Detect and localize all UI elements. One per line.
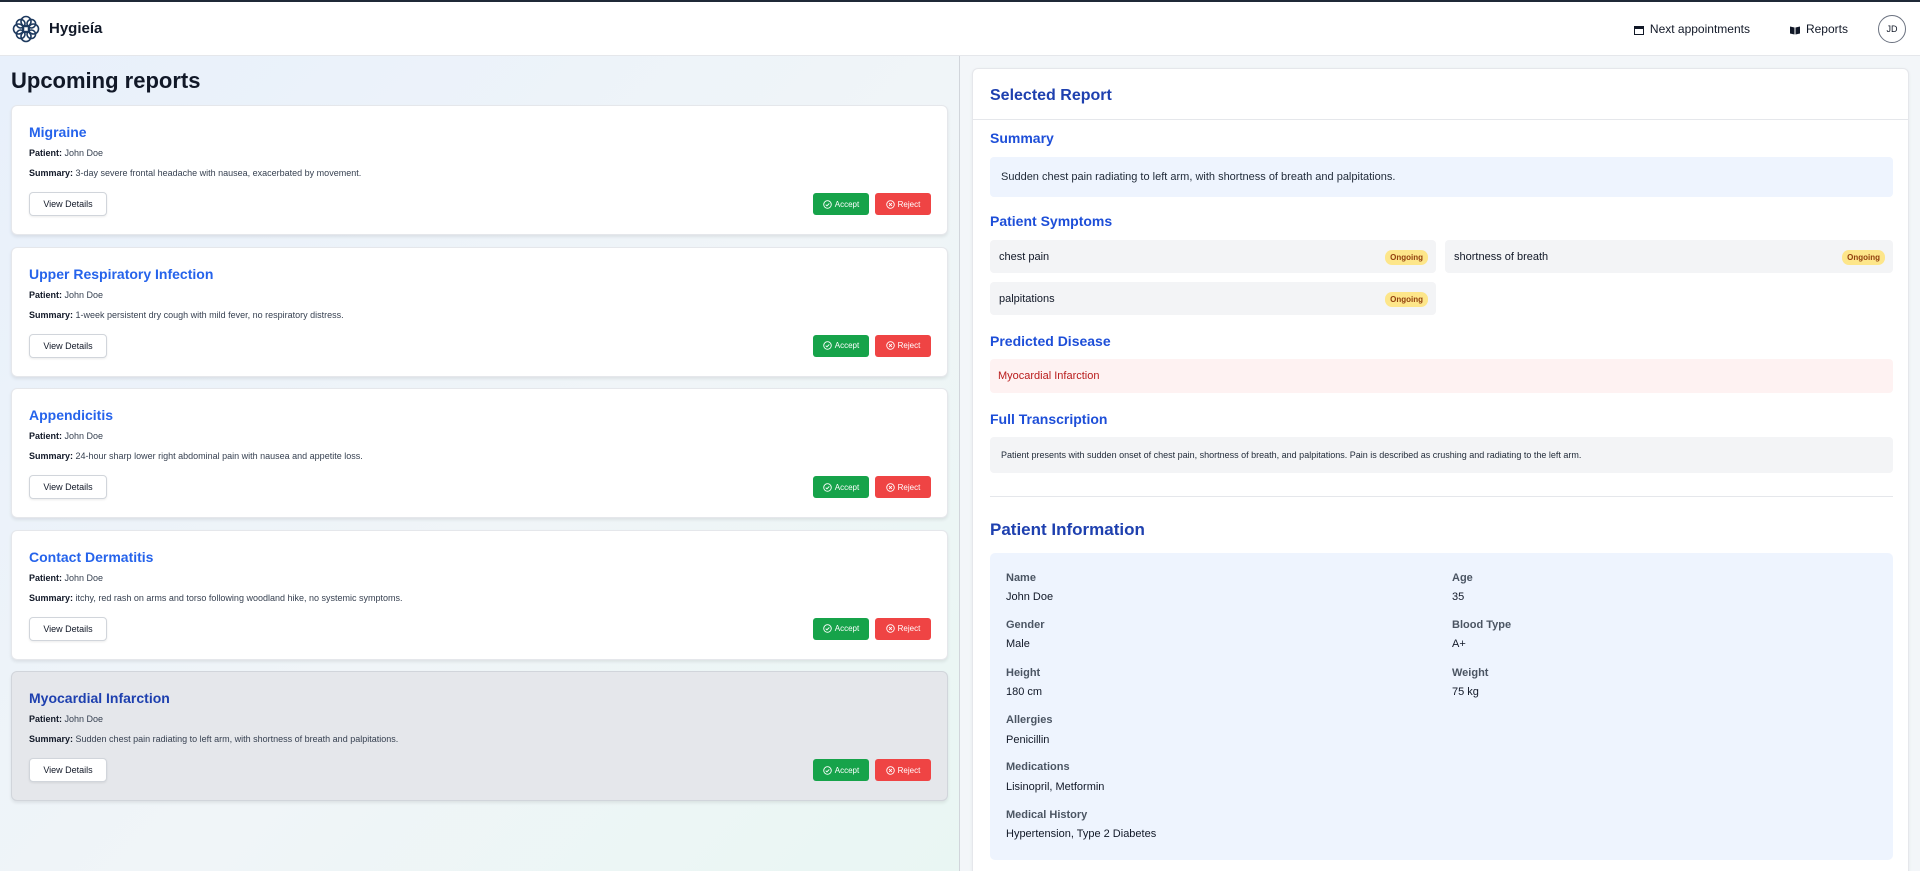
view-details-button[interactable]: View Details [29,475,107,499]
predicted-disease-heading: Predicted Disease [990,333,1111,349]
upcoming-reports-pane: Upcoming reports Migraine Patient: John D… [0,56,960,871]
top-nav: Next appointments Reports JD [1633,2,1906,56]
medical-history-label: Medical History [1006,809,1088,821]
summary-text: Sudden chest pain radiating to left arm,… [990,157,1893,197]
view-details-button[interactable]: View Details [29,192,107,216]
height-label: Height [1006,667,1041,679]
flower-emblem-icon [10,13,42,45]
height-value: 180 cm [1006,686,1043,698]
selected-report-panel: Selected Report Summary Sudden chest pai… [972,68,1909,871]
report-patient: Patient: John Doe [29,572,104,583]
report-title: Migraine [29,124,87,140]
report-summary: Summary: Sudden chest pain radiating to … [29,734,399,744]
patient-info-heading: Patient Information [990,520,1145,539]
transcription-heading: Full Transcription [990,411,1108,427]
blood-type-value: A+ [1452,638,1466,650]
symptom-item: shortness of breath Ongoing [1445,240,1893,273]
calendar-icon [1633,24,1644,35]
predicted-disease: Myocardial Infarction [990,359,1893,393]
reports-link[interactable]: Reports [1789,22,1848,36]
view-details-button[interactable]: View Details [29,333,107,358]
book-icon [1789,24,1800,35]
name-value: John Doe [1006,591,1054,603]
name-label: Name [1006,572,1036,584]
symptom-item: palpitations Ongoing [990,282,1436,315]
accept-button[interactable]: Accept [813,334,869,357]
medications-label: Medications [1006,761,1070,773]
gender-label: Gender [1006,619,1045,631]
report-title: Myocardial Infarction [29,690,170,706]
status-badge: Ongoing [1842,250,1885,265]
accept-button[interactable]: Accept [813,759,869,781]
patient-info-card: Name John Doe Age 35 Gender Male Blood T… [990,553,1893,860]
accept-button[interactable]: Accept [813,476,869,498]
symptom-item: chest pain Ongoing [990,240,1436,273]
accept-button[interactable]: Accept [813,193,869,215]
panel-title: Selected Report [990,87,1112,104]
report-title: Upper Respiratory Infection [29,265,214,282]
check-circle-icon [823,482,832,492]
report-card[interactable]: Myocardial Infarction Patient: John Doe Su… [11,671,948,801]
x-circle-icon [885,482,895,492]
top-navbar: Hygieía Next appointments Reports JD [0,0,1920,56]
report-patient: Patient: John Doe [29,148,104,158]
divider [990,496,1893,497]
check-circle-icon [823,341,832,350]
view-details-button[interactable]: View Details [29,616,107,641]
app-name: Hygieía [49,20,103,37]
x-circle-icon [885,199,895,209]
avatar[interactable]: JD [1878,15,1906,43]
report-title: Appendicitis [29,407,114,423]
report-card[interactable]: Migraine Patient: John Doe Summary: 3-day … [11,105,948,235]
report-patient: Patient: John Doe [29,714,104,724]
report-patient: Patient: John Doe [29,431,104,441]
status-badge: Ongoing [1385,292,1428,307]
report-summary: Summary: 1-week persistent dry cough wit… [29,309,344,320]
symptom-name: shortness of breath [1454,250,1549,263]
reject-button[interactable]: Reject [875,617,931,640]
age-label: Age [1452,572,1473,584]
report-title: Contact Dermatitis [29,548,154,565]
medications-value: Lisinopril, Metformin [1006,781,1105,793]
symptom-name: chest pain [999,250,1050,263]
reports-label: Reports [1805,22,1848,36]
medical-history-value: Hypertension, Type 2 Diabetes [1006,828,1157,840]
x-circle-icon [885,341,895,350]
view-details-button[interactable]: View Details [29,758,107,782]
check-circle-icon [823,765,832,775]
x-circle-icon [885,765,895,775]
brand[interactable]: Hygieía [10,13,102,45]
check-circle-icon [823,199,832,209]
divider [973,119,1908,120]
report-card[interactable]: Upper Respiratory Infection Patient: John… [11,246,948,377]
reject-button[interactable]: Reject [875,193,931,215]
check-circle-icon [823,624,832,633]
status-badge: Ongoing [1385,250,1428,265]
next-appointments-label: Next appointments [1649,22,1750,36]
reject-button[interactable]: Reject [875,334,931,357]
full-transcription: Patient presents with sudden onset of ch… [990,437,1893,473]
weight-label: Weight [1452,667,1489,679]
allergies-value: Penicillin [1006,734,1050,746]
reject-button[interactable]: Reject [875,476,931,498]
report-patient: Patient: John Doe [29,289,104,300]
symptom-name: palpitations [999,292,1055,305]
report-card[interactable]: Contact Dermatitis Patient: John Doe Summa… [11,529,948,660]
allergies-label: Allergies [1006,714,1053,726]
report-summary: Summary: 24-hour sharp lower right abdom… [29,451,363,461]
next-appointments-link[interactable]: Next appointments [1633,22,1750,36]
blood-type-label: Blood Type [1452,619,1512,631]
report-summary: Summary: itchy, red rash on arms and tor… [29,592,403,603]
symptoms-heading: Patient Symptoms [990,213,1113,229]
weight-value: 75 kg [1452,686,1479,698]
report-card[interactable]: Appendicitis Patient: John Doe Summary: 24… [11,388,948,518]
reject-button[interactable]: Reject [875,759,931,781]
age-value: 35 [1452,591,1465,603]
accept-button[interactable]: Accept [813,617,869,640]
x-circle-icon [885,624,895,633]
gender-value: Male [1006,638,1030,650]
report-summary: Summary: 3-day severe frontal headache w… [29,168,362,178]
page-title: Upcoming reports [11,68,201,93]
summary-heading: Summary [990,130,1054,146]
